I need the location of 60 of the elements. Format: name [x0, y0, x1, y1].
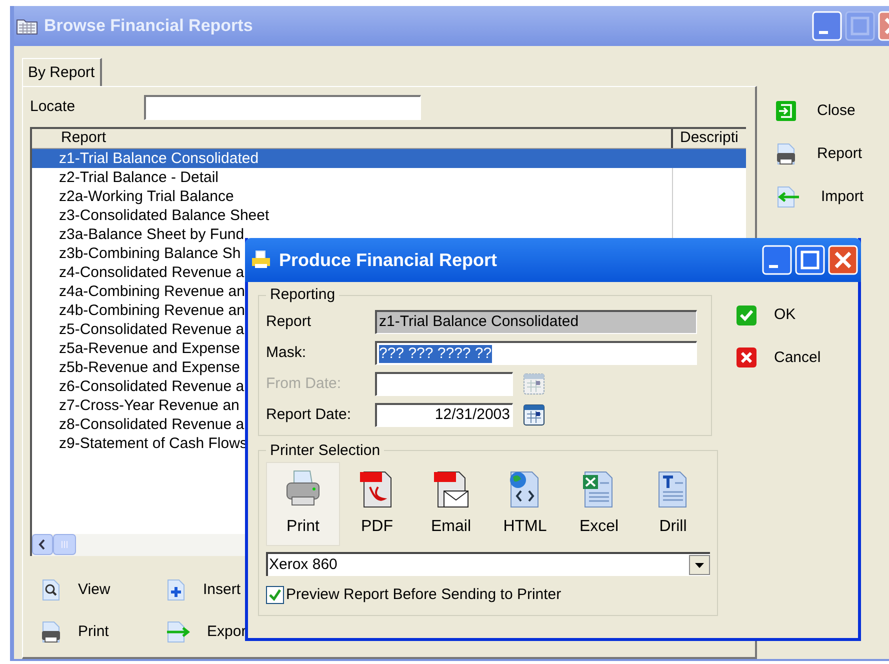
- scroll-left-icon[interactable]: [32, 534, 53, 555]
- locate-field[interactable]: [144, 94, 421, 120]
- output-option[interactable]: Drill: [636, 462, 710, 546]
- export-arrow-icon: [165, 620, 191, 644]
- window-title: Browse Financial Reports: [44, 15, 254, 38]
- calendar-icon[interactable]: [523, 404, 545, 426]
- locate-label: Locate: [30, 96, 76, 117]
- plus-icon: [165, 578, 187, 602]
- field-label: Mask:: [266, 342, 308, 363]
- field-label: From Date:: [266, 374, 342, 394]
- field-value: z1-Trial Balance Consolidated: [379, 312, 579, 332]
- output-option[interactable]: Print: [266, 462, 340, 546]
- output-option[interactable]: Excel: [562, 462, 636, 546]
- cancel-icon: [736, 347, 757, 368]
- report-row[interactable]: z2a-Working Trial Balance: [32, 187, 746, 206]
- group-title: Reporting: [269, 285, 336, 305]
- text-field[interactable]: ??? ??? ???? ??: [375, 341, 697, 365]
- action-button[interactable]: View: [40, 578, 165, 602]
- field-label: Report Date:: [266, 404, 352, 425]
- dialog-title: Produce Financial Report: [279, 248, 498, 272]
- side-button[interactable]: Report: [775, 141, 864, 167]
- tab[interactable]: By Report: [22, 58, 102, 87]
- minimize-icon[interactable]: [762, 245, 792, 275]
- dialog-button[interactable]: Cancel: [736, 346, 821, 369]
- field-value: 12/31/2003: [434, 405, 510, 426]
- group-title: Printer Selection: [269, 440, 382, 460]
- side-button[interactable]: Import: [775, 184, 864, 210]
- printer-icon: [775, 142, 797, 166]
- dialog-button[interactable]: OK: [736, 304, 821, 326]
- pdf-email-icon: [432, 469, 470, 509]
- column-header[interactable]: Descripti: [673, 129, 746, 148]
- minimize-icon[interactable]: [812, 11, 842, 41]
- printer-icon: [251, 250, 271, 270]
- calendar-icon: [523, 373, 545, 395]
- check-icon: [736, 304, 757, 326]
- import-arrow-icon: [775, 185, 801, 209]
- report-row[interactable]: z2-Trial Balance - Detail: [32, 168, 746, 187]
- checkbox-label: Preview Report Before Sending to Printer: [286, 585, 562, 605]
- printer-icon: [40, 620, 62, 644]
- side-button[interactable]: Close: [775, 98, 864, 124]
- scroll-thumb[interactable]: [53, 534, 76, 555]
- action-button[interactable]: Expor: [165, 620, 285, 644]
- output-option[interactable]: Email: [414, 462, 488, 546]
- output-option[interactable]: HTML: [488, 462, 562, 546]
- date-field[interactable]: [375, 372, 513, 396]
- text-field[interactable]: z1-Trial Balance Consolidated: [375, 310, 697, 334]
- printer-dropdown[interactable]: Xerox 860: [266, 552, 710, 576]
- action-button[interactable]: Print: [40, 620, 165, 644]
- close-icon[interactable]: [828, 245, 858, 275]
- report-row[interactable]: z1-Trial Balance Consolidated: [32, 149, 746, 168]
- field-label: Report: [266, 312, 312, 332]
- window-icon: [16, 17, 38, 35]
- exit-icon: [775, 100, 797, 122]
- magnifier-icon: [40, 578, 62, 602]
- preview-checkbox[interactable]: [266, 586, 284, 604]
- highlighted-text: ??? ??? ???? ??: [379, 344, 492, 362]
- report-row[interactable]: z3-Consolidated Balance Sheet: [32, 206, 746, 225]
- action-button[interactable]: Insert: [165, 578, 285, 602]
- date-field[interactable]: 12/31/2003: [375, 403, 513, 427]
- output-option[interactable]: PDF: [340, 462, 414, 546]
